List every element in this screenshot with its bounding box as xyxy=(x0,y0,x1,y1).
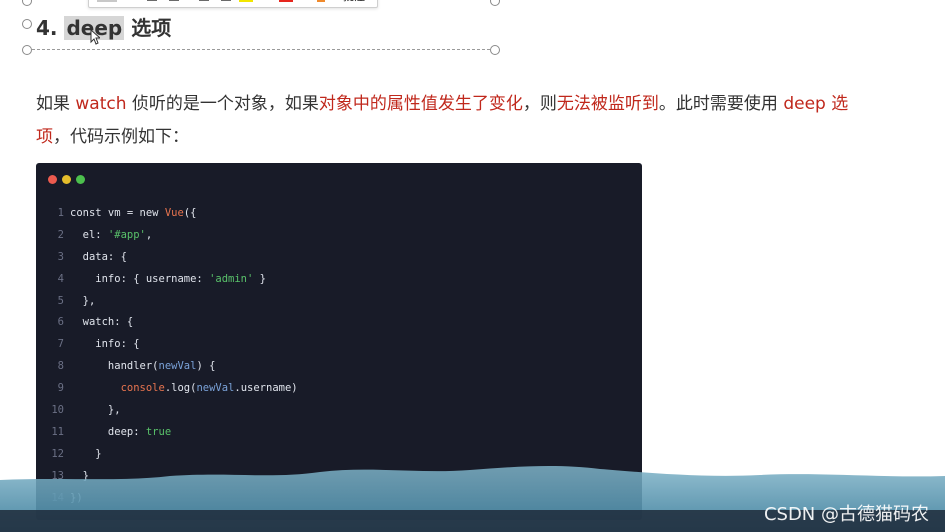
line-number: 3 xyxy=(57,250,64,263)
code-token: true xyxy=(145,425,172,438)
code-token: Vue xyxy=(164,207,184,219)
code-token: newVal xyxy=(158,360,197,373)
line-number: 10 xyxy=(51,404,64,417)
code-token: , xyxy=(145,228,153,241)
code-token: info: { xyxy=(70,338,140,351)
code-line: 3 data: { xyxy=(36,247,642,269)
code-line: 9 console.log(newVal.username) xyxy=(36,378,642,400)
code-line: 8 handler(newVal) { xyxy=(36,356,642,378)
code-line: 6 watch: { xyxy=(36,312,642,334)
description-paragraph: 如果 watch 侦听的是一个对象，如果对象中的属性值发生了变化，则无法被监听到… xyxy=(36,88,938,154)
code-line: 10 }, xyxy=(36,400,642,422)
code-token: .log( xyxy=(164,382,197,395)
code-token: newVal xyxy=(196,382,235,395)
code-line: 4 info: { username: 'admin' } xyxy=(36,269,642,291)
code-token: ) { xyxy=(196,360,216,373)
code-token: watch: { xyxy=(70,316,134,329)
code-line: 2 el: '#app', xyxy=(36,225,642,247)
code-token: } xyxy=(70,447,102,460)
line-number: 4 xyxy=(57,272,64,285)
window-close-dot[interactable] xyxy=(48,175,57,184)
line-number: 11 xyxy=(51,425,64,438)
code-token: } xyxy=(253,272,266,285)
line-number: 1 xyxy=(57,207,64,219)
text-segment: 。此时需要使用 xyxy=(658,94,784,114)
text-segment-highlight: deep xyxy=(783,94,826,114)
line-number: 9 xyxy=(57,382,64,395)
resize-handle[interactable] xyxy=(490,45,500,55)
heading-suffix: 选项 xyxy=(131,16,172,40)
window-maximize-dot[interactable] xyxy=(76,175,85,184)
code-token: ({ xyxy=(183,207,197,219)
code-line: 5 }, xyxy=(36,291,642,313)
code-line: 11 deep: true xyxy=(36,422,642,444)
section-heading: 4. deep 选项 xyxy=(36,12,171,41)
heading-number: 4. xyxy=(36,16,58,40)
resize-handle[interactable] xyxy=(22,45,32,55)
line-number: 6 xyxy=(57,316,64,329)
code-line: 7 info: { xyxy=(36,334,642,356)
code-token: }, xyxy=(70,294,96,307)
text-segment: ，则 xyxy=(522,94,557,114)
resize-handle[interactable] xyxy=(490,0,500,6)
code-token: '#app' xyxy=(107,228,146,241)
code-token: data: { xyxy=(70,250,127,263)
text-segment-highlight: watch xyxy=(75,94,127,114)
code-token: el: xyxy=(70,228,108,241)
line-number: 7 xyxy=(57,338,64,351)
code-line: 1 const vm = new Vue({ xyxy=(36,203,642,225)
code-token: deep: xyxy=(70,425,146,438)
text-segment-highlight: 项 xyxy=(36,127,53,147)
text-segment-highlight: 无法被监听到 xyxy=(556,94,659,114)
text-segment: 侦听的是一个对象，如果 xyxy=(126,94,319,114)
window-minimize-dot[interactable] xyxy=(62,175,71,184)
text-segment: 如果 xyxy=(36,94,76,114)
resize-handle[interactable] xyxy=(22,19,32,29)
code-token: }, xyxy=(70,404,121,417)
code-token: const vm = new xyxy=(70,207,165,219)
line-number: 5 xyxy=(57,294,64,307)
code-token: handler( xyxy=(70,360,159,373)
watermark-text: CSDN @古德猫码农 xyxy=(763,504,929,525)
line-number: 2 xyxy=(57,228,64,241)
code-token: console xyxy=(120,382,165,395)
line-number: 8 xyxy=(57,360,64,373)
text-segment-highlight: 选 xyxy=(825,94,849,114)
code-token: 'admin' xyxy=(209,272,254,285)
code-token: info: { username: xyxy=(70,272,210,285)
text-segment: ，代码示例如下： xyxy=(53,127,189,147)
mouse-cursor-icon xyxy=(90,29,100,45)
code-token: .username) xyxy=(234,382,298,395)
text-segment-highlight: 对象中的属性值发生了变化 xyxy=(318,94,523,114)
